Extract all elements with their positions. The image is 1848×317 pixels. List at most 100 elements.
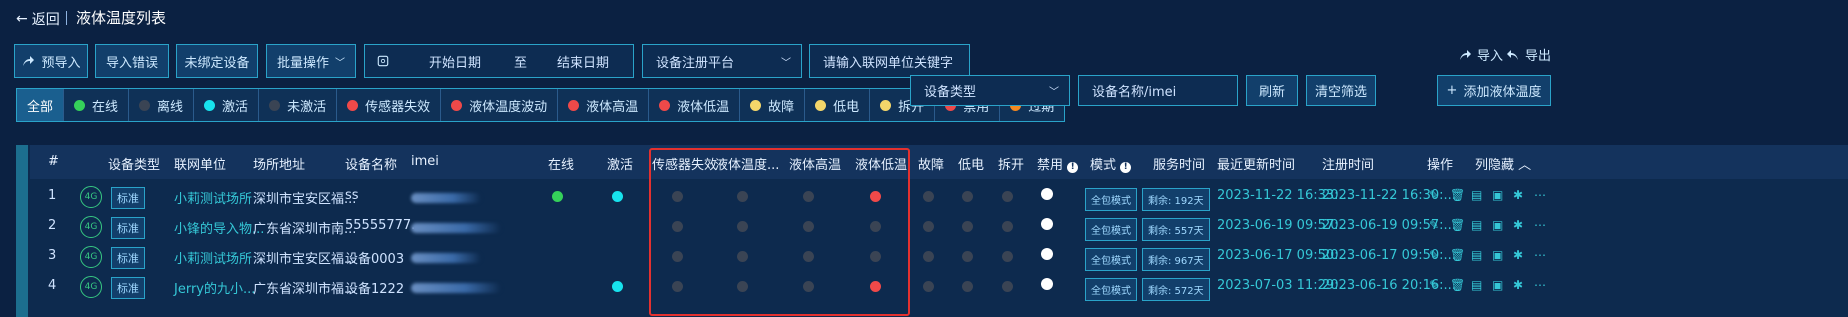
filter-tab-8[interactable]: 液体低温 <box>649 89 741 121</box>
settings-icon[interactable]: ✱ <box>1513 188 1523 202</box>
edit-icon[interactable]: ✎ <box>1429 248 1439 262</box>
device-name: ss <box>345 188 359 203</box>
filter-tab-label: 未激活 <box>287 99 327 115</box>
hide-columns-toggle[interactable]: 列隐藏 ︿ <box>1475 154 1531 173</box>
chevron-up-icon: ︿ <box>1518 158 1532 173</box>
filter-tab-9[interactable]: 故障 <box>740 89 806 121</box>
document-icon[interactable]: ▤ <box>1471 278 1482 292</box>
platform-placeholder: 设备注册平台 <box>656 55 735 71</box>
unbound-devices-button[interactable]: 未绑定设备 <box>176 44 258 78</box>
filter-tab-2[interactable]: 离线 <box>129 89 195 121</box>
lowbat-status-dot <box>962 281 973 292</box>
row-number: 4 <box>48 278 57 293</box>
site-address: 深圳市宝安区福... <box>253 252 357 267</box>
info-icon[interactable]: ! <box>1067 162 1079 173</box>
unit-search-input[interactable]: 请输入联网单位关键字 <box>809 44 970 78</box>
filter-tab-10[interactable]: 低电 <box>805 89 871 121</box>
end-date[interactable]: 结束日期 <box>557 52 609 71</box>
filter-tab-label: 离线 <box>157 99 184 115</box>
delete-icon[interactable]: 🗑 <box>1450 248 1465 262</box>
mode-tag: 全包模式 <box>1085 218 1137 241</box>
pre-import-button[interactable]: 预导入 <box>14 44 88 78</box>
device-name-search-input[interactable]: 设备名称/imei <box>1078 75 1238 106</box>
device-type-tag: 标准 <box>111 277 145 299</box>
import-label: 导入 <box>1477 49 1504 64</box>
status-dot-icon <box>568 99 580 111</box>
batch-operation-button[interactable]: 批量操作 ﹀ <box>266 44 356 78</box>
col-active: 激活 <box>607 158 634 173</box>
col-low-battery: 低电 <box>958 158 985 173</box>
lock-icon[interactable]: ▣ <box>1492 248 1503 262</box>
export-button[interactable]: 导出 <box>1506 45 1551 64</box>
col-mode: 模式 ! <box>1090 154 1132 173</box>
lock-icon[interactable]: ▣ <box>1492 218 1503 232</box>
filter-tab-label: 液体高温 <box>586 99 639 115</box>
edit-icon[interactable]: ✎ <box>1429 188 1439 202</box>
more-icon[interactable]: ⋯ <box>1534 248 1546 262</box>
filter-tab-4[interactable]: 未激活 <box>259 89 338 121</box>
imei-value <box>411 223 501 233</box>
network-unit-link[interactable]: Jerry的九小... <box>174 278 255 297</box>
lock-icon[interactable]: ▣ <box>1492 188 1503 202</box>
start-date[interactable]: 开始日期 <box>429 52 481 71</box>
imei-value <box>411 253 481 263</box>
network-unit-link[interactable]: 小莉测试场所 <box>174 188 252 207</box>
lowbat-status-dot <box>962 251 973 262</box>
row-number: 3 <box>48 248 57 263</box>
col-disabled: 禁用 ! <box>1037 154 1079 173</box>
filter-tab-0[interactable]: 全部 <box>17 89 65 121</box>
unbound-label: 未绑定设备 <box>184 55 250 71</box>
settings-icon[interactable]: ✱ <box>1513 278 1523 292</box>
more-icon[interactable]: ⋯ <box>1534 278 1546 292</box>
open-status-dot <box>1002 221 1013 232</box>
import-button[interactable]: 导入 <box>1458 45 1503 64</box>
site-address: 深圳市宝安区福... <box>253 192 357 207</box>
filter-tab-6[interactable]: 液体温度波动 <box>441 89 559 121</box>
calendar-icon <box>377 55 389 67</box>
share-icon <box>1460 49 1471 60</box>
document-icon[interactable]: ▤ <box>1471 188 1482 202</box>
delete-icon[interactable]: 🗑 <box>1450 278 1465 292</box>
info-icon[interactable]: ! <box>1120 162 1132 173</box>
more-icon[interactable]: ⋯ <box>1534 218 1546 232</box>
platform-select[interactable]: 设备注册平台 ﹀ <box>642 44 802 78</box>
chevron-down-icon: ﹀ <box>1049 87 1059 98</box>
settings-icon[interactable]: ✱ <box>1513 248 1523 262</box>
col-operations: 操作 <box>1427 158 1454 173</box>
disabled-status-dot <box>1041 218 1053 230</box>
status-filter-tabs: 全部 在线 离线 激活 未激活 传感器失效 液体温度波动 液体高温 液体低温 故障 低电 拆开 禁用 过期 <box>16 88 1066 122</box>
filter-tab-label: 在线 <box>92 99 119 115</box>
back-button[interactable]: ← 返回 <box>16 9 60 29</box>
edit-icon[interactable]: ✎ <box>1429 278 1439 292</box>
filter-tab-3[interactable]: 激活 <box>194 89 260 121</box>
col-imei: imei <box>411 154 439 169</box>
refresh-button[interactable]: 刷新 <box>1246 75 1298 106</box>
network-unit-link[interactable]: 小锋的导入物... <box>174 218 264 237</box>
add-liquid-temp-button[interactable]: + 添加液体温度 <box>1437 75 1551 106</box>
plus-icon: + <box>1446 83 1458 98</box>
col-no: # <box>48 154 59 169</box>
settings-icon[interactable]: ✱ <box>1513 218 1523 232</box>
filter-tab-7[interactable]: 液体高温 <box>558 89 650 121</box>
filter-tab-label: 故障 <box>768 99 795 115</box>
import-error-button[interactable]: 导入错误 <box>95 44 169 78</box>
more-icon[interactable]: ⋯ <box>1534 188 1546 202</box>
device-name: 设备1222 <box>345 282 405 297</box>
device-type-select[interactable]: 设备类型 ﹀ <box>910 75 1070 106</box>
filter-tab-5[interactable]: 传感器失效 <box>337 89 442 121</box>
table-scroll-indicator[interactable] <box>16 145 28 317</box>
network-4g-icon: 4G <box>80 276 102 298</box>
col-service-time: 服务时间 <box>1153 158 1206 173</box>
delete-icon[interactable]: 🗑 <box>1450 218 1465 232</box>
lock-icon[interactable]: ▣ <box>1492 278 1503 292</box>
device-type-placeholder: 设备类型 <box>924 85 977 100</box>
filter-tab-1[interactable]: 在线 <box>64 89 130 121</box>
edit-icon[interactable]: ✎ <box>1429 218 1439 232</box>
clear-filters-button[interactable]: 清空筛选 <box>1306 75 1376 106</box>
network-unit-link[interactable]: 小莉测试场所 <box>174 248 252 267</box>
document-icon[interactable]: ▤ <box>1471 218 1482 232</box>
document-icon[interactable]: ▤ <box>1471 248 1482 262</box>
date-range-picker[interactable]: 开始日期 至 结束日期 <box>364 44 634 78</box>
divider <box>66 11 67 25</box>
delete-icon[interactable]: 🗑 <box>1450 188 1465 202</box>
